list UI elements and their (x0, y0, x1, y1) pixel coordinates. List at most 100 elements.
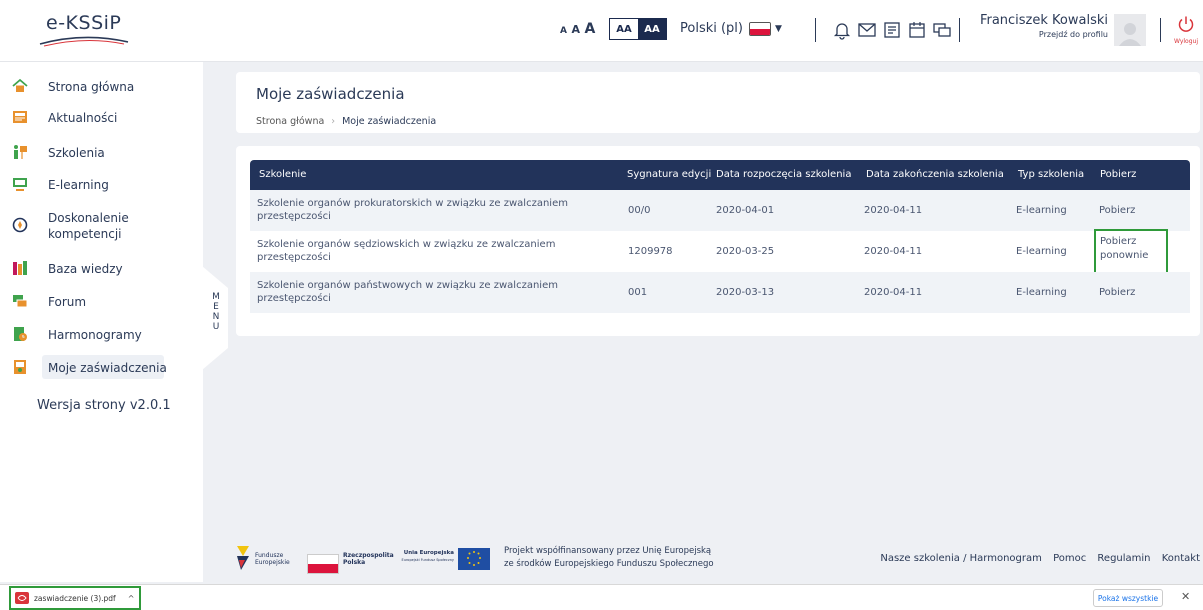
sidebar-item-label: Baza wiedzy (48, 262, 123, 276)
sidebar-item-szkolenia[interactable]: Szkolenia (0, 140, 203, 166)
fundusze-europejskie-logo: Fundusze Europejskie (235, 544, 299, 574)
download-again-link[interactable]: Pobierz ponownie (1100, 235, 1166, 263)
home-icon (12, 78, 28, 92)
table-header: Szkolenie Sygnatura edycji Data rozpoczę… (250, 160, 1190, 190)
logo-swoosh-icon (39, 36, 129, 47)
column-header-download: Pobierz (1100, 169, 1137, 180)
menu-letter-m: M (212, 292, 220, 302)
sidebar-item-aktualnosci[interactable]: Aktualności (0, 105, 203, 131)
contrast-normal-button[interactable]: AA (610, 19, 638, 39)
site-version: Wersja strony v2.0.1 (37, 398, 171, 413)
header-divider (1160, 18, 1161, 42)
training-type: E-learning (1016, 246, 1067, 257)
show-all-downloads-button[interactable]: Pokaż wszystkie (1093, 589, 1163, 607)
user-info[interactable]: Franciszek Kowalski Przejdź do profilu (976, 13, 1108, 39)
font-size-small[interactable]: A (560, 26, 567, 36)
end-date: 2020-04-11 (864, 205, 923, 216)
training-type: E-learning (1016, 205, 1067, 216)
menu-letter-u: U (212, 322, 220, 332)
downloaded-file-item[interactable]: zaswiadczenie (3).pdf ^ (9, 586, 141, 610)
breadcrumb-separator-icon: › (331, 116, 336, 127)
logo-text: e-KSSiP (46, 12, 122, 34)
contrast-toggle: AA AA (609, 18, 667, 40)
downloaded-file-name: zaswiadczenie (3).pdf (34, 593, 116, 603)
header-divider (959, 18, 960, 42)
rp-logo-text: Rzeczpospolita Polska (343, 552, 394, 566)
download-link[interactable]: Pobierz (1099, 287, 1135, 298)
chevron-down-icon: ▼ (775, 23, 782, 34)
column-header-training[interactable]: Szkolenie (259, 169, 306, 180)
polish-flag-icon (307, 554, 339, 574)
training-name: Szkolenie organów sędziowskich w związku… (257, 239, 556, 263)
language-select[interactable]: Polski (pl) ▼ (680, 21, 782, 36)
font-size-medium[interactable]: A (572, 23, 581, 36)
edition-signature: 001 (628, 287, 648, 298)
user-name: Franciszek Kowalski (979, 13, 1108, 28)
training-name: Szkolenie organów państwowych w związku … (257, 280, 558, 304)
news-icon[interactable] (879, 17, 905, 43)
avatar[interactable] (1114, 14, 1146, 46)
edition-signature: 00/0 (628, 205, 651, 216)
fe-logo-icon (237, 546, 249, 570)
books-icon (13, 261, 27, 275)
project-funding-line: Projekt współfinansowany przez Unię Euro… (504, 546, 712, 556)
sidebar-item-label: Harmonogramy (48, 328, 142, 342)
calendar-icon[interactable] (904, 17, 930, 43)
column-header-signature[interactable]: Sygnatura edycji (627, 169, 711, 180)
sidebar-item-label: Strona główna (48, 80, 135, 94)
sidebar-item-moje-zaswiadczenia[interactable]: Moje zaświadczenia (0, 355, 203, 381)
sidebar-item-baza-wiedzy[interactable]: Baza wiedzy (0, 256, 203, 282)
column-header-start-date[interactable]: Data rozpoczęcia szkolenia (716, 169, 851, 180)
elearning-icon (13, 178, 27, 191)
footer-link-contact[interactable]: Kontakt (1162, 553, 1200, 564)
sidebar-item-forum[interactable]: Forum (0, 289, 203, 315)
sidebar-item-e-learning[interactable]: E-learning (0, 172, 203, 198)
unia-europejska-logo: Unia Europejska Europejski Fundusz Społec… (396, 544, 496, 574)
footer-link-terms[interactable]: Regulamin (1097, 553, 1150, 564)
font-size-controls: A A A (560, 21, 595, 37)
mail-icon[interactable] (854, 17, 880, 43)
sidebar-item-label: Forum (48, 295, 87, 309)
column-header-end-date[interactable]: Data zakończenia szkolenia (866, 169, 1004, 180)
sidebar-item-label: Doskonalenie kompetencji (48, 211, 129, 241)
contrast-high-button[interactable]: AA (638, 19, 666, 39)
edition-signature: 1209978 (628, 246, 673, 257)
project-funding-line: ze środków Europejskiego Funduszu Społec… (504, 559, 714, 569)
download-link[interactable]: Pobierz (1099, 205, 1135, 216)
rzeczpospolita-polska-logo: Rzeczpospolita Polska (307, 544, 394, 574)
profile-link[interactable]: Przejdź do profilu (976, 30, 1108, 39)
footer-links: Nasze szkolenia / Harmonogram Pomoc Regu… (872, 553, 1200, 564)
language-label: Polski (pl) (680, 21, 743, 36)
sidebar-item-label: Moje zaświadczenia (48, 361, 167, 375)
start-date: 2020-03-13 (716, 287, 775, 298)
logout-label: Wyloguj (1174, 38, 1198, 45)
logout-button[interactable]: Wyloguj (1171, 15, 1201, 45)
bell-icon[interactable] (829, 17, 855, 43)
column-header-type[interactable]: Typ szkolenia (1018, 169, 1084, 180)
breadcrumb-home-link[interactable]: Strona główna (256, 116, 324, 127)
user-avatar-icon (1119, 23, 1141, 46)
compass-icon (12, 217, 28, 233)
footer-link-help[interactable]: Pomoc (1053, 553, 1086, 564)
eu-flag-icon (458, 548, 490, 570)
font-size-large[interactable]: A (585, 21, 596, 37)
site-logo[interactable]: e-KSSiP (34, 8, 134, 52)
power-icon (1178, 16, 1194, 32)
chat-icon[interactable] (929, 17, 955, 43)
sidebar-item-doskonalenie-kompetencji[interactable]: Doskonalenie kompetencji (0, 205, 203, 245)
fe-logo-text: Fundusze Europejskie (255, 552, 290, 566)
table-row: Szkolenie organów prokuratorskich w zwią… (250, 190, 1190, 231)
close-icon[interactable]: ✕ (1181, 590, 1190, 603)
sidebar: Strona główna Aktualności Szkolenia E-le… (0, 62, 203, 582)
menu-toggle-label[interactable]: M E N U (210, 292, 222, 332)
footer: Fundusze Europejskie Rzeczpospolita Polska… (232, 540, 1203, 582)
breadcrumb-current: Moje zaświadczenia (342, 116, 437, 127)
footer-link-schedule[interactable]: Nasze szkolenia / Harmonogram (880, 553, 1042, 564)
training-type: E-learning (1016, 287, 1067, 298)
sidebar-item-strona-glowna[interactable]: Strona główna (0, 74, 203, 100)
project-funding-text: Projekt współfinansowany przez Unię Euro… (504, 545, 714, 571)
sidebar-item-label: E-learning (48, 178, 109, 192)
start-date: 2020-04-01 (716, 205, 775, 216)
sidebar-item-harmonogramy[interactable]: Harmonogramy (0, 322, 203, 348)
chevron-up-icon[interactable]: ^ (128, 594, 135, 603)
